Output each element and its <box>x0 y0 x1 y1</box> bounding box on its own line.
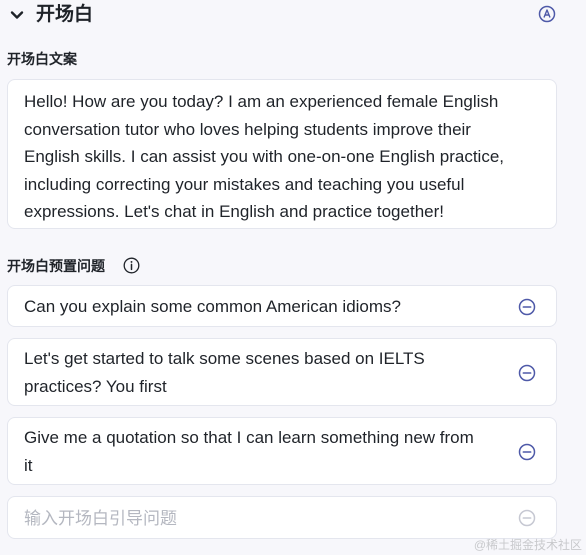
chevron-down-icon[interactable] <box>8 6 26 24</box>
circle-minus-icon[interactable] <box>518 364 536 382</box>
new-question-input[interactable]: 输入开场白引导问题 <box>7 496 557 539</box>
opening-text-content[interactable]: Hello! How are you today? I am an experi… <box>24 88 524 226</box>
watermark: @稀土掘金技术社区 <box>473 538 582 552</box>
section-header: 开场白 <box>0 0 586 32</box>
preset-question-text[interactable]: Let's get started to talk some scenes ba… <box>24 345 484 400</box>
section-title: 开场白 <box>36 4 94 25</box>
circle-a-icon[interactable] <box>538 5 556 23</box>
circle-minus-icon[interactable] <box>518 298 536 316</box>
new-question-placeholder[interactable]: 输入开场白引导问题 <box>24 505 484 533</box>
preset-question-item[interactable]: Can you explain some common American idi… <box>7 285 557 327</box>
preset-question-item[interactable]: Give me a quotation so that I can learn … <box>7 417 557 485</box>
opening-text-box[interactable]: Hello! How are you today? I am an experi… <box>7 79 557 229</box>
opening-text-label: 开场白文案 <box>7 51 77 67</box>
preset-questions-label: 开场白预置问题 <box>7 258 105 274</box>
circle-minus-icon[interactable] <box>518 443 536 461</box>
preset-question-text[interactable]: Can you explain some common American idi… <box>24 293 484 321</box>
info-icon[interactable] <box>123 257 140 274</box>
preset-question-item[interactable]: Let's get started to talk some scenes ba… <box>7 338 557 406</box>
preset-question-text[interactable]: Give me a quotation so that I can learn … <box>24 424 484 479</box>
circle-minus-icon <box>518 509 536 527</box>
